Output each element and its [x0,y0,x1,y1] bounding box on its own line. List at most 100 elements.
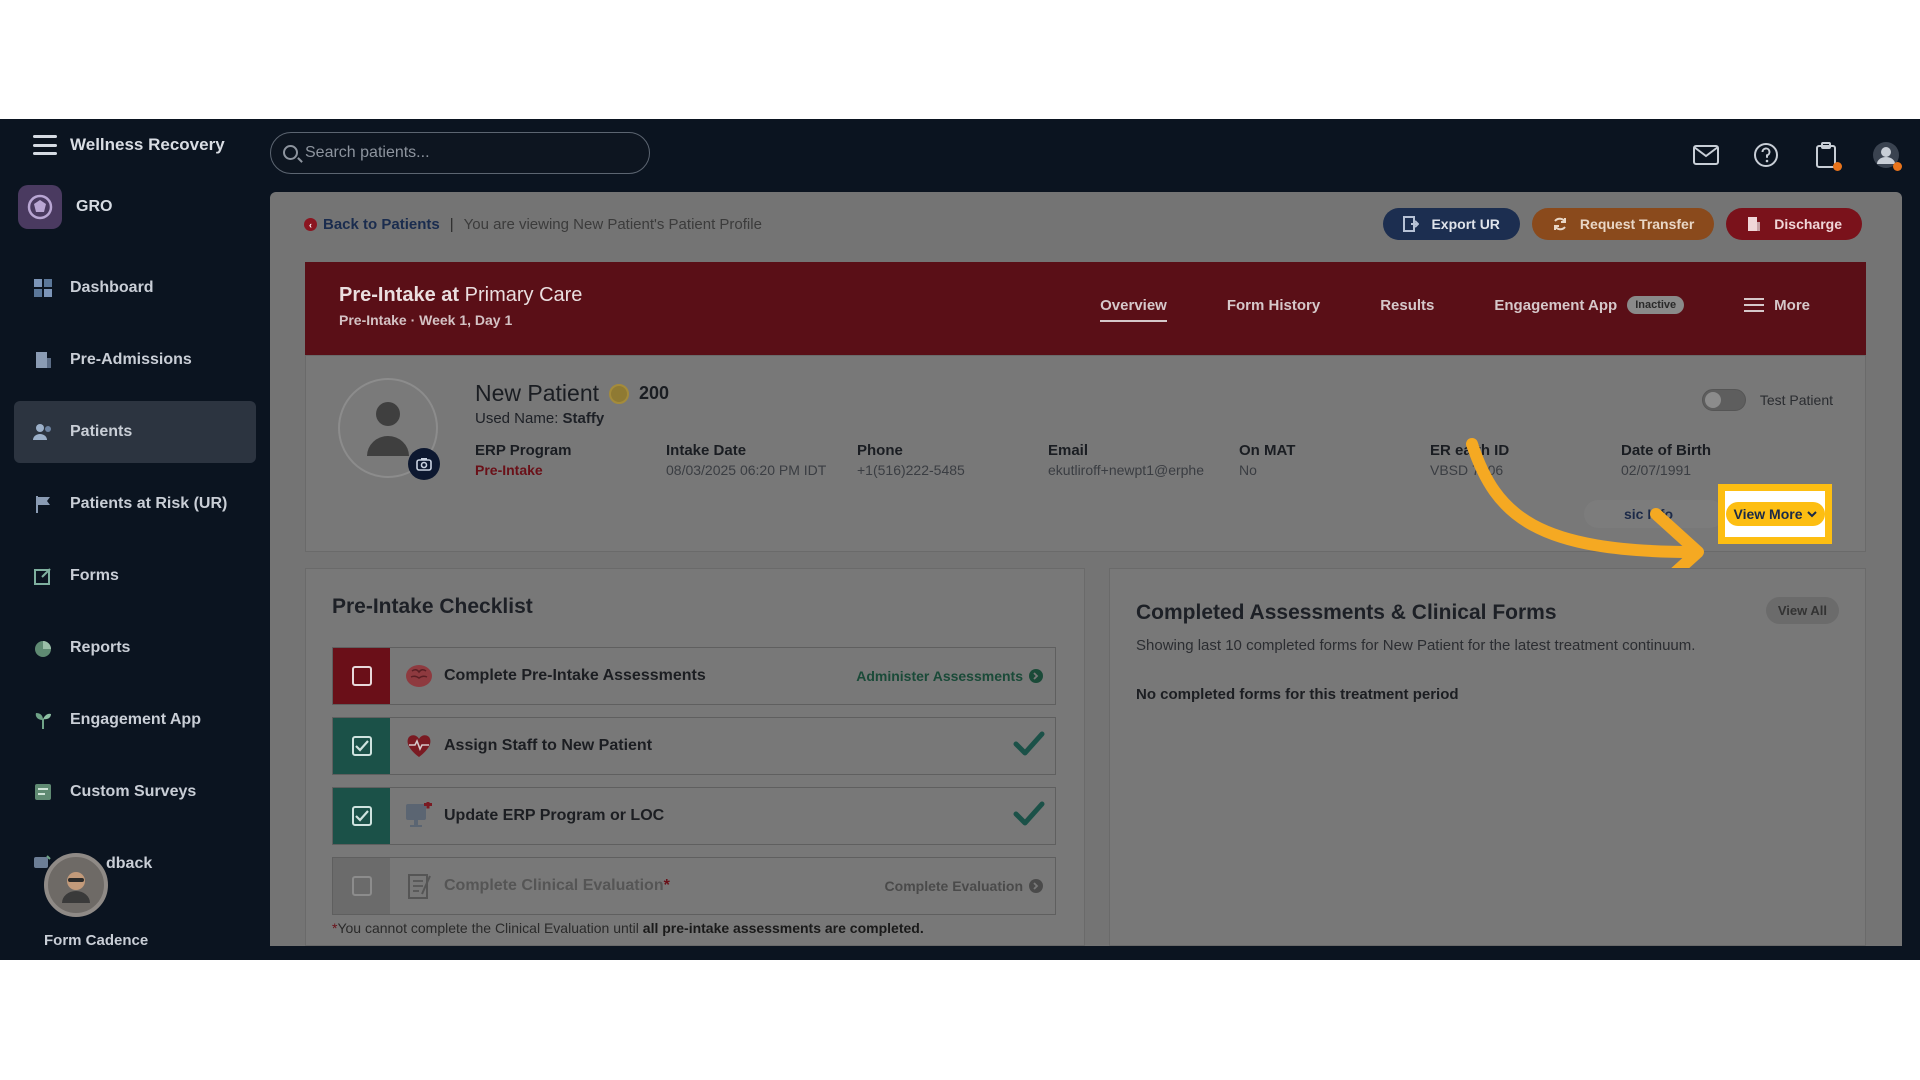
person-silhouette-icon [367,402,409,456]
search-icon [283,145,298,160]
medical-monitor-icon [402,799,436,833]
checklist-item-clinical-evaluation: Complete Clinical Evaluation* Complete E… [332,857,1056,915]
sidebar-item-custom-surveys[interactable]: Custom Surveys [14,761,256,823]
highlight-inner: View More [1725,491,1825,537]
form-cadence-avatar[interactable] [44,853,108,917]
tab-label: Form History [1226,296,1321,314]
mail-icon[interactable] [1692,141,1720,169]
field-label: ERP Program [475,442,572,459]
checklist-item-label: Update ERP Program or LOC [444,807,665,824]
completed-assessments-panel: Completed Assessments & Clinical Forms V… [1109,568,1866,946]
complete-evaluation-link[interactable]: Complete Evaluation [885,878,1043,894]
sidebar-item-engagement-app[interactable]: Engagement App [14,689,256,751]
sidebar-item-patients-at-risk[interactable]: Patients at Risk (UR) [14,473,256,535]
view-more-button[interactable]: View More [1725,502,1825,526]
app-window: Wellness Recovery Search patients... GRO… [0,119,1920,960]
used-name-value: Staffy [562,410,605,427]
program-banner: Pre-Intake at Primary Care Pre-Intake · … [305,262,1866,355]
empty-state-text: No completed forms for this treatment pe… [1136,686,1459,703]
checklist-title: Pre-Intake Checklist [332,595,533,618]
sidebar-item-dashboard[interactable]: Dashboard [14,257,256,319]
field-value: +1(516)222-5485 [857,462,965,478]
banner-title: Pre-Intake at Primary Care [339,284,582,307]
checklist-item-label: Complete Clinical Evaluation [444,877,664,894]
tab-form-history[interactable]: Form History [1227,297,1320,314]
checkbox-checked[interactable] [351,806,372,826]
sidebar-item-label: Engagement App [70,711,201,728]
administer-assessments-link[interactable]: Administer Assessments [856,668,1043,684]
note-text: You cannot complete the Clinical Evaluat… [337,920,643,936]
sidebar-item-patients[interactable]: Patients [14,401,256,463]
export-icon [1403,216,1420,232]
field-value: ekutliroff+newpt1@erphe [1048,462,1204,478]
sidebar-item-forms[interactable]: Forms [14,545,256,607]
help-icon[interactable] [1752,141,1780,169]
request-transfer-button[interactable]: Request Transfer [1531,208,1715,240]
door-icon [32,349,54,371]
checkbox-cell [333,858,390,914]
sidebar-item-label: Patients [70,423,133,440]
pre-intake-checklist: Pre-Intake Checklist Complete Pre-Intake… [305,568,1085,946]
sidebar-item-pre-admissions[interactable]: Pre-Admissions [14,329,256,391]
completed-title: Completed Assessments & Clinical Forms [1136,601,1557,624]
back-to-patients-link[interactable]: ‹ Back to Patients [304,216,440,233]
brain-icon [402,659,436,693]
user-avatar-icon[interactable] [1872,141,1902,171]
camera-icon[interactable] [408,448,440,480]
search-box[interactable] [270,132,650,174]
sidebar-item-label: Dashboard [70,279,154,296]
chevron-down-icon [1806,511,1817,518]
notification-dot [1893,162,1902,171]
view-all-button[interactable]: View All [1765,597,1839,624]
banner-subtitle: Pre-Intake · Week 1, Day 1 [339,312,513,328]
menu-icon[interactable] [33,135,57,155]
sidebar-nav: Dashboard Pre-Admissions Patients Patien… [14,257,256,905]
pie-chart-icon [32,637,54,659]
coin-icon [609,383,630,404]
tab-overview[interactable]: Overview [1100,297,1167,322]
field-phone: Phone +1(516)222-5485 [857,442,1048,478]
test-patient-label: Test Patient [1759,392,1833,408]
refresh-icon [1553,217,1566,231]
dashboard-icon [32,277,54,299]
action-buttons: Export UR Request Transfer Discharge [1383,208,1862,240]
users-icon [32,421,54,443]
checklist-item-label: Complete Pre-Intake Assessments [444,667,706,684]
checklist-item-assign-staff: Assign Staff to New Patient [332,717,1056,775]
clipboard-icon[interactable] [1812,141,1842,171]
toggle-switch[interactable] [1701,389,1746,411]
checkmark-icon [1013,801,1045,832]
search-input[interactable] [305,133,635,173]
menu-lines-icon [1744,298,1765,312]
test-patient-toggle[interactable]: Test Patient [1701,389,1833,411]
checkbox[interactable] [351,666,372,686]
tab-results[interactable]: Results [1380,297,1434,314]
checkmark-icon [1013,731,1045,762]
tab-engagement-app[interactable]: Engagement App Inactive [1494,296,1685,314]
checklist-item-label: Assign Staff to New Patient [444,737,653,754]
field-intake-date: Intake Date 08/03/2025 06:20 PM IDT [666,442,857,478]
checklist-items: Complete Pre-Intake Assessments Administ… [332,647,1056,927]
request-transfer-label: Request Transfer [1579,216,1695,232]
org-name: GRO [76,198,113,215]
sidebar: GRO Dashboard Pre-Admissions Patients Pa… [0,179,270,960]
checkbox-checked[interactable] [351,736,372,756]
brand-name: Wellness Recovery [70,135,225,154]
arrow-right-circle-icon [1029,879,1043,893]
status-badge: Inactive [1627,296,1685,314]
export-ur-label: Export UR [1431,216,1500,232]
sidebar-item-reports[interactable]: Reports [14,617,256,679]
org-switcher[interactable]: GRO [18,185,112,229]
export-ur-button[interactable]: Export UR [1383,208,1520,240]
tab-label: Engagement App [1494,296,1618,314]
top-icons [1692,141,1902,171]
tab-label: More [1774,296,1810,314]
discharge-button[interactable]: Discharge [1726,208,1862,240]
checklist-item-update-erp: Update ERP Program or LOC [332,787,1056,845]
flag-icon [32,493,54,515]
main-content: ‹ Back to Patients | You are viewing New… [270,192,1902,946]
view-more-highlight: View More [1718,484,1832,544]
tab-more[interactable]: More [1744,297,1810,314]
view-more-label: View More [1733,506,1803,522]
used-name-label: Used Name: [475,410,559,427]
